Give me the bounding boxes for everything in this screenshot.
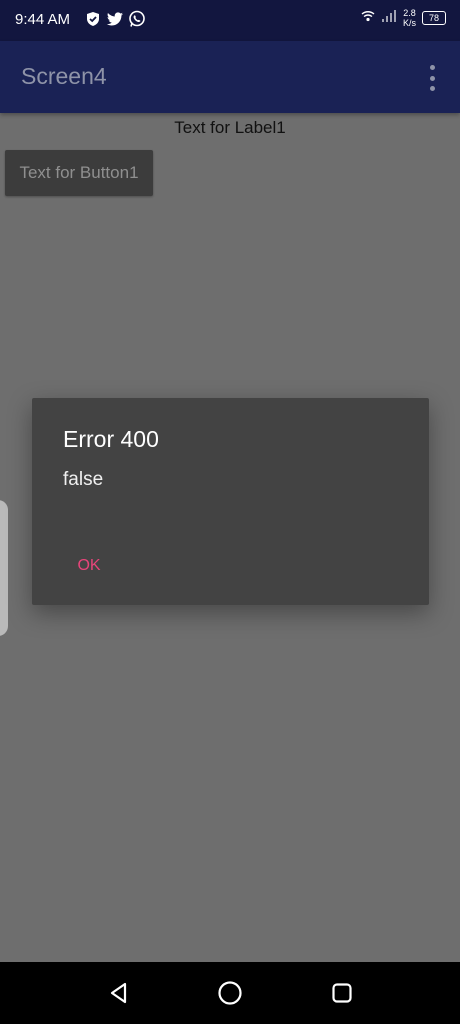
dialog-message: false bbox=[63, 469, 104, 490]
error-dialog: Error 400 false OK bbox=[32, 398, 429, 605]
menu-dot bbox=[429, 86, 435, 91]
home-icon[interactable] bbox=[216, 979, 244, 1007]
notification-icons bbox=[84, 10, 146, 28]
recents-icon[interactable] bbox=[328, 979, 356, 1007]
side-panel-handle[interactable] bbox=[0, 500, 8, 636]
shield-icon bbox=[84, 10, 102, 28]
wifi-icon bbox=[361, 9, 375, 27]
app-bar: Screen4 bbox=[0, 41, 460, 113]
label1: Text for Label1 bbox=[174, 118, 286, 137]
battery-icon: 78 bbox=[422, 11, 446, 25]
network-speed: 2.8 K/s bbox=[403, 8, 416, 28]
menu-dot bbox=[429, 65, 435, 70]
status-bar: 9:44 AM 2.8 K/s 78 bbox=[0, 0, 460, 41]
network-speed-unit: K/s bbox=[402, 18, 416, 28]
menu-dot bbox=[429, 75, 435, 81]
screen-title: Screen4 bbox=[21, 63, 107, 89]
system-icons: 2.8 K/s 78 bbox=[361, 8, 446, 28]
overflow-menu-icon[interactable] bbox=[420, 65, 444, 91]
ok-button[interactable]: OK bbox=[62, 548, 116, 584]
twitter-icon bbox=[106, 10, 124, 28]
navigation-bar bbox=[0, 962, 460, 1024]
status-time: 9:44 AM bbox=[15, 11, 71, 28]
signal-icon bbox=[381, 9, 397, 28]
battery-level: 78 bbox=[428, 13, 439, 23]
button1[interactable]: Text for Button1 bbox=[5, 150, 153, 196]
dialog-title: Error 400 bbox=[63, 426, 159, 452]
back-icon[interactable] bbox=[105, 979, 133, 1007]
whatsapp-icon bbox=[128, 10, 146, 28]
network-speed-value: 2.8 bbox=[403, 8, 416, 18]
